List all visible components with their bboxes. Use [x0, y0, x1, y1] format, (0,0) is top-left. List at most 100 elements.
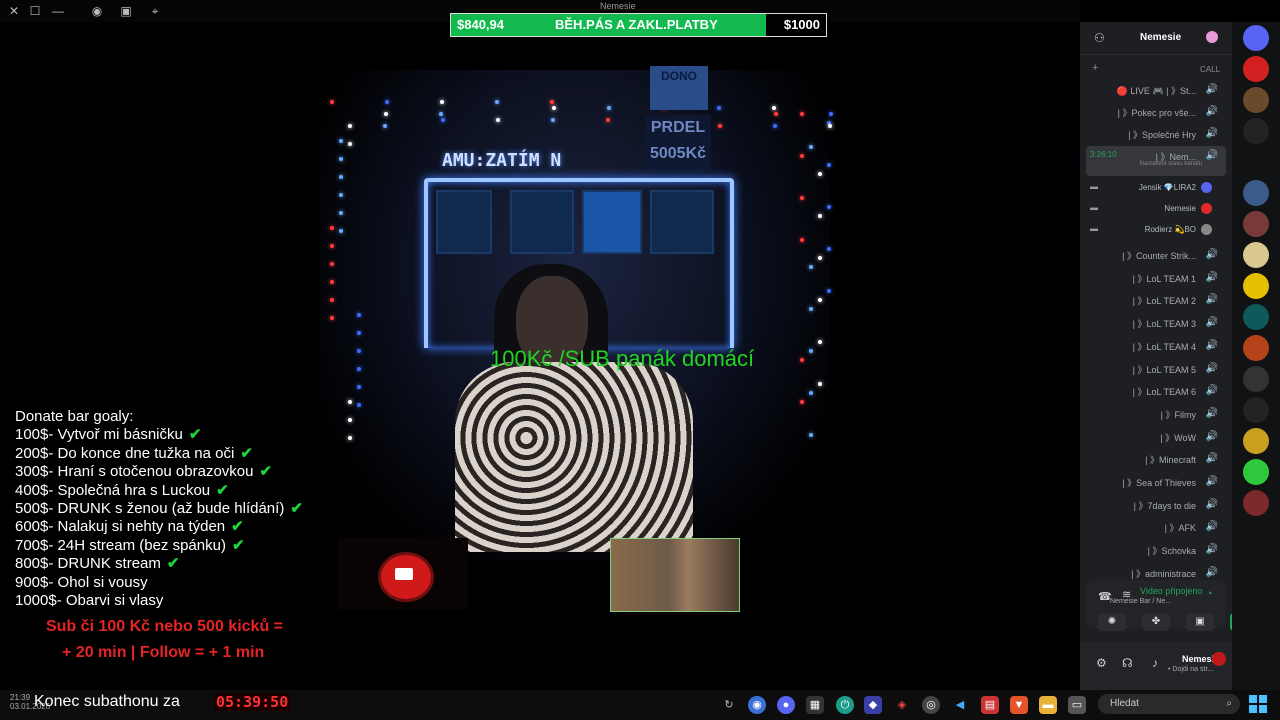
- grid-button[interactable]: ✤: [1142, 613, 1170, 631]
- power-icon[interactable]: ⏻: [836, 696, 854, 714]
- discord-taskbar-icon[interactable]: ●: [777, 696, 795, 714]
- screen-share-button[interactable]: ▣: [1186, 613, 1214, 631]
- server-icon[interactable]: [1243, 118, 1269, 144]
- close-icon[interactable]: ✕: [6, 3, 22, 19]
- voice-member[interactable]: ▬ Rodierz 💫BO: [1080, 220, 1232, 240]
- help-icon[interactable]: ◉: [89, 3, 105, 19]
- voice-channel[interactable]: | 》LoL TEAM 4 🔊: [1080, 336, 1232, 356]
- server-icon[interactable]: [1243, 180, 1269, 206]
- led-light: [385, 100, 389, 104]
- donate-goal-text: 700$- 24H stream (bez spánku): [15, 536, 226, 554]
- voice-channel[interactable]: | 》Filmy 🔊: [1080, 404, 1232, 424]
- pin-icon[interactable]: ⌖: [147, 3, 163, 19]
- server-name[interactable]: Nemesie: [1140, 32, 1181, 43]
- speaker-icon: 🔊: [1205, 271, 1218, 283]
- add-channel-icon[interactable]: +: [1092, 62, 1098, 74]
- voice-channel[interactable]: | 》LoL TEAM 3 🔊: [1080, 313, 1232, 333]
- folder-icon[interactable]: ▬: [1039, 696, 1057, 714]
- category-call[interactable]: CALL: [1200, 65, 1220, 74]
- server-icon[interactable]: [1243, 211, 1269, 237]
- led-light: [339, 229, 343, 233]
- discord-home-icon[interactable]: [1243, 25, 1269, 51]
- server-icon[interactable]: [1243, 149, 1269, 175]
- window-icon[interactable]: ▭: [1068, 696, 1086, 714]
- video-icon: ▬: [1090, 224, 1098, 233]
- donation-goal-bar: $840,94 BĚH.PÁS A ZAKL.PLATBY $1000: [450, 13, 827, 37]
- search-input[interactable]: Hledat ⌕: [1098, 694, 1240, 714]
- obs-icon[interactable]: ◎: [922, 696, 940, 714]
- signal-icon[interactable]: ◔: [1206, 588, 1213, 600]
- channel-label: | 》Sea of Thieves: [1122, 478, 1196, 488]
- game-icon[interactable]: ◆: [864, 696, 882, 714]
- microphone-icon[interactable]: ♪: [1152, 656, 1158, 670]
- settings-icon[interactable]: ⚙: [1096, 656, 1107, 670]
- steam-icon[interactable]: ◉: [748, 696, 766, 714]
- voice-channel[interactable]: | 》WoW 🔊: [1080, 427, 1232, 447]
- voice-channel[interactable]: 🔴 LIVE 🎮 | 》St... 🔊: [1080, 80, 1232, 100]
- voice-channel[interactable]: | 》Nem... 🔊 3:26:10 Nastavení stavu kanálu: [1080, 146, 1232, 167]
- stream-app-icon[interactable]: ▤: [981, 696, 999, 714]
- led-light: [827, 289, 831, 293]
- server-icon[interactable]: [1243, 490, 1269, 516]
- refresh-icon[interactable]: ↻: [720, 696, 738, 714]
- voice-channel-path[interactable]: Nemesie Bar / Ne...: [1110, 598, 1171, 605]
- channel-status[interactable]: Nastavení stavu kanálu: [1140, 161, 1202, 167]
- fish-icon[interactable]: ◀: [951, 696, 969, 714]
- disconnect-icon[interactable]: ☎: [1098, 590, 1112, 603]
- server-icon[interactable]: [1243, 459, 1269, 485]
- server-icon[interactable]: [1243, 87, 1269, 113]
- donate-goal-text: 800$- DRUNK stream: [15, 555, 161, 573]
- voice-channel[interactable]: | 》Counter Strik... 🔊: [1080, 245, 1232, 265]
- voice-channel[interactable]: | 》Společné Hry 🔊: [1080, 124, 1232, 144]
- sub-rule-line2: + 20 min | Follow = + 1 min: [62, 644, 265, 661]
- voice-member[interactable]: ▬ Nemesie: [1080, 199, 1232, 219]
- checkmark-icon: ✔: [259, 463, 273, 481]
- add-member-icon[interactable]: ⚇: [1094, 31, 1105, 45]
- voice-channel[interactable]: | 》Minecraft 🔊: [1080, 449, 1232, 469]
- avatar[interactable]: [1212, 652, 1226, 666]
- voice-channel[interactable]: | 》AFK 🔊: [1080, 517, 1232, 537]
- screen-icon[interactable]: ▣: [118, 3, 134, 19]
- app-icon[interactable]: ▦: [806, 696, 824, 714]
- led-light: [330, 262, 334, 266]
- speaker-icon: 🔊: [1205, 84, 1218, 95]
- server-icon[interactable]: [1243, 273, 1269, 299]
- voice-channel[interactable]: | 》LoL TEAM 2 🔊: [1080, 290, 1232, 310]
- server-icon[interactable]: [1243, 335, 1269, 361]
- minimize-icon[interactable]: —: [50, 3, 66, 19]
- voice-channel[interactable]: | 》Pokec pro vše... 🔊: [1080, 102, 1232, 122]
- server-icon[interactable]: [1243, 56, 1269, 82]
- donate-goal-item: 900$- Ohol si vousy: [15, 574, 303, 592]
- donate-goal-text: 300$- Hraní s otočenou obrazovkou: [15, 463, 254, 481]
- server-icon[interactable]: [1243, 397, 1269, 423]
- voice-channel[interactable]: | 》LoL TEAM 6 🔊: [1080, 381, 1232, 401]
- server-icon[interactable]: [1243, 428, 1269, 454]
- voice-channel[interactable]: | 》Sea of Thieves 🔊: [1080, 472, 1232, 492]
- server-icon[interactable]: [1243, 242, 1269, 268]
- headphones-icon[interactable]: ☊: [1122, 656, 1133, 670]
- server-icon[interactable]: [1243, 304, 1269, 330]
- voice-channel[interactable]: | 》administrace 🔊: [1080, 563, 1232, 583]
- voice-channel[interactable]: | 》LoL TEAM 1 🔊: [1080, 268, 1232, 288]
- led-light: [339, 157, 343, 161]
- led-light: [607, 106, 611, 110]
- speaker-icon: 🔊: [1205, 385, 1218, 397]
- voice-channel[interactable]: | 》7days to die 🔊: [1080, 495, 1232, 515]
- led-light: [809, 265, 813, 269]
- brave-icon[interactable]: ▼: [1010, 696, 1028, 714]
- led-light: [550, 100, 554, 104]
- led-light: [606, 118, 610, 122]
- activity-button[interactable]: ✺: [1098, 613, 1126, 631]
- voice-channel[interactable]: | 》Schovka 🔊: [1080, 540, 1232, 560]
- goal-title: BĚH.PÁS A ZAKL.PLATBY: [555, 17, 718, 32]
- maximize-icon[interactable]: ☐: [27, 3, 43, 19]
- voice-channel[interactable]: | 》LoL TEAM 5 🔊: [1080, 359, 1232, 379]
- donate-goal-text: 600$- Nalakuj si nehty na týden: [15, 518, 226, 536]
- location-icon[interactable]: ◈: [893, 696, 911, 714]
- noise-suppression-icon[interactable]: ≋: [1122, 588, 1131, 601]
- voice-member[interactable]: ▬ Jensik 💎LIRA2: [1080, 178, 1232, 198]
- server-icon[interactable]: [1243, 366, 1269, 392]
- donate-goal-item: 400$- Společná hra s Luckou ✔: [15, 482, 303, 500]
- windows-start-icon[interactable]: [1249, 695, 1267, 713]
- channel-label: | 》WoW: [1160, 432, 1196, 443]
